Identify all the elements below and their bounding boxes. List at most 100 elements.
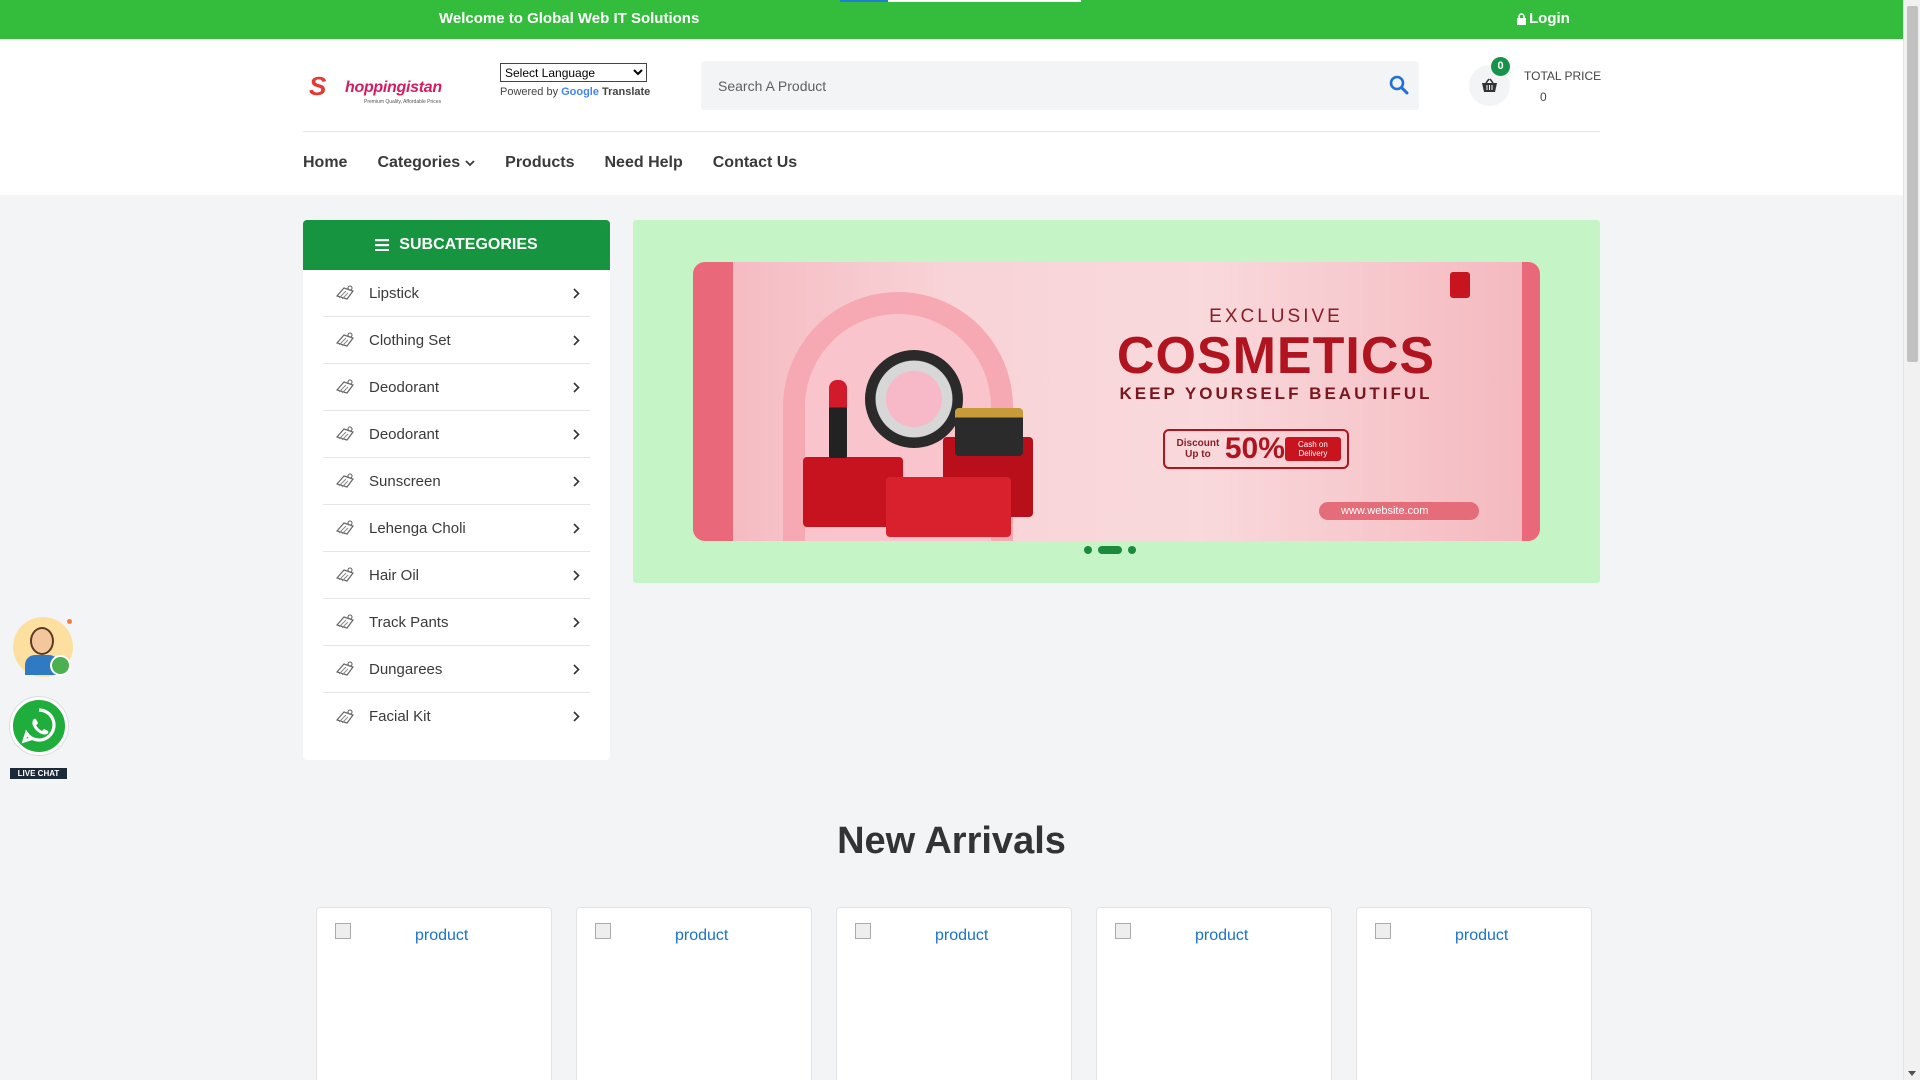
top-strip-light (888, 0, 1081, 2)
nav-home[interactable]: Home (303, 154, 347, 172)
product-image-alt: product (415, 927, 469, 944)
avatar-face (30, 627, 54, 655)
sidebar-item[interactable]: Deodorant (323, 411, 590, 458)
sidebar-item[interactable]: Hair Oil (323, 552, 590, 599)
hero-banner: EXCLUSIVE COSMETICS KEEP YOURSELF BEAUTI… (633, 220, 1600, 583)
banner-headline: COSMETICS (1116, 327, 1436, 385)
sidebar-item-label: Dungarees (369, 660, 443, 678)
total-price-label: TOTAL PRICE (1524, 69, 1602, 83)
slider-dot[interactable] (1084, 546, 1092, 554)
slider-dot[interactable] (1128, 546, 1136, 554)
nav-categories[interactable]: Categories (377, 154, 475, 172)
search-bar (701, 61, 1419, 110)
nav-need-help[interactable]: Need Help (605, 154, 683, 172)
product-card[interactable]: product (1096, 907, 1332, 1080)
scroll-down-arrow[interactable] (1908, 1071, 1916, 1076)
sidebar-item[interactable]: Lehenga Choli (323, 505, 590, 552)
google-logo: Google (561, 86, 599, 98)
sidebar-item[interactable]: Deodorant (323, 364, 590, 411)
product-card[interactable]: product (576, 907, 812, 1080)
login-link[interactable]: Login (1516, 10, 1570, 27)
category-icon (335, 332, 354, 347)
banner-slide[interactable]: EXCLUSIVE COSMETICS KEEP YOURSELF BEAUTI… (693, 262, 1540, 541)
product-image-alt: product (675, 927, 729, 944)
subcategory-list: Lipstick Clothing Set Deodorant Deodorant Su… (303, 270, 610, 740)
logo-mark: S (309, 71, 327, 101)
pedestal-front (886, 477, 1011, 537)
category-icon (335, 567, 354, 582)
chevron-right-icon (573, 570, 580, 581)
whatsapp-live-chat[interactable]: LIVE CHAT (10, 697, 68, 779)
product-card[interactable]: product (836, 907, 1072, 1080)
sidebar-item-label: Deodorant (369, 378, 440, 396)
broken-image-icon (595, 923, 611, 939)
translate-link[interactable]: Translate (602, 86, 650, 98)
scrollbar-thumb[interactable] (1907, 6, 1918, 362)
sidebar-item-label: Lehenga Choli (369, 519, 466, 537)
subcategories-header: SUBCATEGORIES (303, 220, 610, 270)
page-scrollbar[interactable] (1903, 0, 1920, 1080)
discount-box: Discount Up to 50% Cash on Delivery (1163, 429, 1349, 469)
welcome-text: Welcome to Global Web IT Solutions (439, 10, 700, 27)
nav-categories-label: Categories (377, 154, 461, 171)
discount-value: 50% (1224, 432, 1285, 465)
banner-website: www.website.com (1319, 502, 1479, 520)
sidebar-item[interactable]: Clothing Set (323, 317, 590, 364)
product-image: product (1375, 923, 1508, 945)
product-card[interactable]: product (316, 907, 552, 1080)
top-bar: Welcome to Global Web IT Solutions Login (0, 0, 1903, 39)
sidebar-item[interactable]: Dungarees (323, 646, 590, 693)
category-icon (335, 661, 354, 676)
lipstick-image (829, 380, 847, 458)
sidebar-item-label: Sunscreen (369, 472, 441, 490)
top-strip-accent (840, 0, 888, 2)
slide-edge-right (1522, 262, 1540, 541)
chevron-right-icon (573, 476, 580, 487)
phone-icon (50, 655, 71, 676)
banner-tagline: KEEP YOURSELF BEAUTIFUL (1119, 384, 1433, 403)
chevron-right-icon (573, 523, 580, 534)
basket-icon (1482, 78, 1497, 92)
product-image: product (595, 923, 728, 945)
chevron-right-icon (573, 288, 580, 299)
product-image-alt: product (1195, 927, 1249, 944)
sidebar-item-label: Hair Oil (369, 566, 420, 584)
sidebar-item-label: Deodorant (369, 425, 440, 443)
product-image: product (335, 923, 468, 945)
site-header: S hoppingistan Premium Quality, Affordab… (0, 39, 1903, 195)
support-avatar-widget[interactable] (13, 617, 73, 677)
nav-products[interactable]: Products (505, 154, 574, 172)
product-image: product (855, 923, 988, 945)
sidebar-item[interactable]: Sunscreen (323, 458, 590, 505)
broken-image-icon (855, 923, 871, 939)
chevron-right-icon (573, 335, 580, 346)
powered-by: Powered by Google Translate (500, 86, 650, 98)
banner-exclusive: EXCLUSIVE (1209, 306, 1343, 327)
category-icon (335, 614, 354, 629)
search-button[interactable] (1387, 73, 1411, 97)
chevron-right-icon (573, 617, 580, 628)
product-image-alt: product (1455, 927, 1509, 944)
chevron-down-icon (465, 159, 475, 166)
sidebar-item[interactable]: Lipstick (323, 270, 590, 317)
lock-icon (1517, 12, 1526, 25)
new-arrivals-title: New Arrivals (837, 820, 1066, 862)
powered-by-label: Powered by (500, 86, 559, 98)
search-input[interactable] (701, 61, 1361, 110)
logo-tagline: Premium Quality, Affordable Prices (364, 99, 442, 105)
nav-contact-us[interactable]: Contact Us (713, 154, 797, 172)
slider-dot[interactable] (1098, 546, 1122, 554)
cart-button[interactable]: 0 (1469, 57, 1510, 106)
slide-edge-left (693, 262, 733, 541)
chevron-right-icon (573, 711, 580, 722)
cart-total: TOTAL PRICE 0 (1524, 69, 1601, 104)
site-logo[interactable]: S hoppingistan Premium Quality, Affordab… (309, 69, 449, 113)
language-select[interactable]: Select Language (500, 63, 647, 82)
sidebar-item[interactable]: Track Pants (323, 599, 590, 646)
cart-count-badge: 0 (1491, 57, 1510, 76)
sidebar-item-label: Facial Kit (369, 708, 431, 725)
sidebar-item-label: Track Pants (369, 613, 449, 631)
sidebar-item[interactable]: Facial Kit (323, 693, 590, 740)
logo-name: hoppingistan (345, 79, 442, 96)
product-card[interactable]: product (1356, 907, 1592, 1080)
